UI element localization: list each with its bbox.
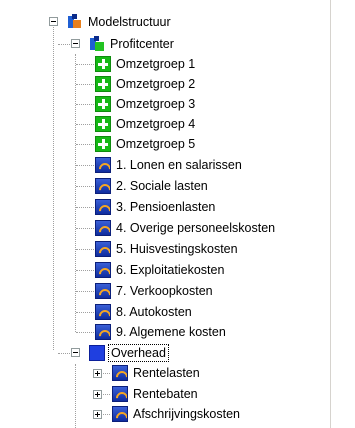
tree-line-h [76, 312, 94, 313]
tree-node-sociale-lasten[interactable]: 2. Sociale lasten [95, 176, 209, 196]
tree-node-label: Rentelasten [133, 366, 200, 380]
tree-node-label: 1. Lonen en salarissen [116, 158, 242, 172]
green-plus-icon [95, 96, 111, 112]
tree-node-label: 2. Sociale lasten [116, 179, 208, 193]
tree-node-label: Modelstructuur [88, 15, 171, 29]
tree-line-h [76, 207, 94, 208]
tree-view[interactable]: Modelstructuur Profitcenter Omzetgroep 1… [0, 0, 355, 428]
tree-line-h [76, 291, 94, 292]
tree-node-label: Omzetgroep 4 [116, 117, 196, 131]
cost-icon [95, 283, 111, 299]
tree-node-lonen[interactable]: 1. Lonen en salarissen [95, 155, 243, 175]
tree-node-rentelasten[interactable]: Rentelasten [112, 363, 201, 383]
green-plus-icon [95, 56, 111, 72]
tree-node-label: 4. Overige personeelskosten [116, 221, 276, 235]
tree-line-h [76, 249, 94, 250]
tree-node-label: Afschrijvingskosten [133, 407, 240, 421]
tree-node-label: Overhead [108, 344, 169, 362]
cost-icon [95, 178, 111, 194]
cost-icon [95, 199, 111, 215]
cost-icon [95, 324, 111, 340]
tree-node-label: Omzetgroep 1 [116, 57, 196, 71]
tree-line-root [53, 24, 54, 350]
tree-line-h [58, 44, 70, 45]
tree-line-h [76, 270, 94, 271]
collapse-toggle-profitcenter[interactable] [71, 39, 80, 48]
tree-node-label: 7. Verkoopkosten [116, 284, 213, 298]
expand-toggle-rentebaten[interactable] [93, 390, 102, 399]
tree-node-huisvestingskosten[interactable]: 5. Huisvestingskosten [95, 239, 239, 259]
tree-node-profitcenter[interactable]: Profitcenter [89, 34, 175, 54]
cost-icon [95, 241, 111, 257]
tree-node-omzetgroep-5[interactable]: Omzetgroep 5 [95, 134, 196, 154]
tree-node-overhead[interactable]: Overhead [89, 343, 169, 363]
tree-node-label: Omzetgroep 2 [116, 77, 196, 91]
tree-line-h [76, 332, 94, 333]
cost-icon [95, 157, 111, 173]
collapse-toggle-root[interactable] [49, 17, 58, 26]
tree-node-verkoopkosten[interactable]: 7. Verkoopkosten [95, 281, 214, 301]
tree-node-autokosten[interactable]: 8. Autokosten [95, 302, 193, 322]
cost-icon [95, 220, 111, 236]
tree-node-modelstructuur[interactable]: Modelstructuur [67, 12, 172, 32]
tree-line-h [76, 144, 94, 145]
tree-node-label: Profitcenter [110, 37, 174, 51]
cost-icon [112, 365, 128, 381]
green-plus-icon [95, 76, 111, 92]
tree-node-afschrijvingskosten[interactable]: Afschrijvingskosten [112, 404, 241, 424]
expand-toggle-afschrijvingskosten[interactable] [93, 410, 102, 419]
tree-line-h [76, 64, 94, 65]
green-plus-icon [95, 116, 111, 132]
tree-node-label: 5. Huisvestingskosten [116, 242, 238, 256]
tree-node-pensioenlasten[interactable]: 3. Pensioenlasten [95, 197, 216, 217]
tree-node-label: 9. Algemene kosten [116, 325, 226, 339]
profitcenter-icon [89, 36, 105, 52]
tree-node-overige-personeelskosten[interactable]: 4. Overige personeelskosten [95, 218, 276, 238]
tree-node-label: Omzetgroep 5 [116, 137, 196, 151]
expand-toggle-rentelasten[interactable] [93, 369, 102, 378]
tree-node-omzetgroep-3[interactable]: Omzetgroep 3 [95, 94, 196, 114]
tree-node-omzetgroep-2[interactable]: Omzetgroep 2 [95, 74, 196, 94]
overhead-icon [89, 345, 105, 361]
panel-divider [330, 0, 331, 428]
cost-icon [112, 386, 128, 402]
cost-icon [112, 406, 128, 422]
collapse-toggle-overhead[interactable] [71, 348, 80, 357]
tree-node-label: 6. Exploitatiekosten [116, 263, 225, 277]
cost-icon [95, 262, 111, 278]
cost-icon [95, 304, 111, 320]
tree-line-h [76, 104, 94, 105]
tree-node-rentebaten[interactable]: Rentebaten [112, 384, 199, 404]
model-structure-icon [67, 14, 83, 30]
tree-node-label: Omzetgroep 3 [116, 97, 196, 111]
tree-node-label: 8. Autokosten [116, 305, 192, 319]
green-plus-icon [95, 136, 111, 152]
tree-line-h [76, 124, 94, 125]
tree-line-overhead [75, 364, 76, 428]
tree-node-label: Rentebaten [133, 387, 198, 401]
tree-node-algemene-kosten[interactable]: 9. Algemene kosten [95, 322, 227, 342]
tree-line-h [76, 84, 94, 85]
tree-node-exploitatiekosten[interactable]: 6. Exploitatiekosten [95, 260, 225, 280]
tree-line-h [58, 353, 70, 354]
tree-node-label: 3. Pensioenlasten [116, 200, 216, 214]
tree-node-omzetgroep-4[interactable]: Omzetgroep 4 [95, 114, 196, 134]
tree-node-omzetgroep-1[interactable]: Omzetgroep 1 [95, 54, 196, 74]
tree-line-h [76, 186, 94, 187]
tree-line-h [76, 165, 94, 166]
tree-line-h [76, 228, 94, 229]
